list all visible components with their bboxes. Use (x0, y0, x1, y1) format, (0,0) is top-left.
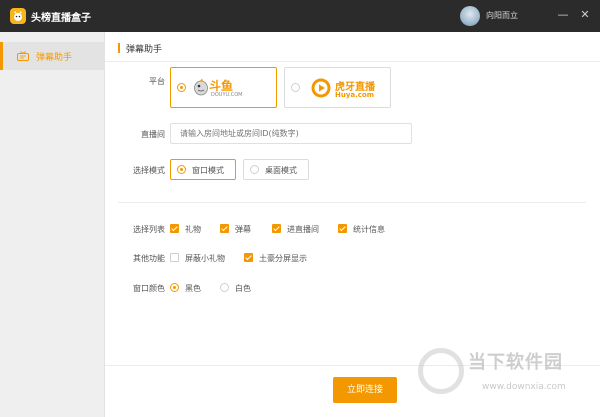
features-label: 其他功能 (133, 254, 165, 263)
watermark-url: www.downxia.com (482, 382, 566, 392)
barrage-tv-icon (17, 51, 29, 61)
checkbox-split-screen-label: 土豪分屏显示 (259, 254, 307, 263)
mode-radio[interactable] (250, 165, 259, 174)
checkbox-gift[interactable] (170, 224, 179, 233)
username[interactable]: 向阳而立 (486, 10, 518, 21)
douyu-fish-icon (193, 78, 209, 99)
mode-option-window[interactable]: 窗口模式 (170, 159, 236, 180)
minimize-button[interactable]: — (556, 8, 570, 22)
color-label: 窗口颜色 (133, 284, 165, 293)
platform-label: 平台 (149, 77, 165, 86)
mode-option-label: 桌面模式 (265, 166, 297, 175)
huya-play-icon (310, 77, 332, 102)
avatar[interactable] (460, 6, 480, 26)
section-title: 弹幕助手 (126, 45, 163, 55)
platform-radio[interactable] (177, 83, 186, 92)
app-logo-icon (10, 8, 26, 24)
sidebar: 弹幕助手 (0, 32, 105, 417)
title-bar: 头榜直播盒子 向阳而立 — ✕ (0, 0, 600, 32)
checkbox-enter-room-label: 进直播间 (287, 225, 319, 234)
checkbox-block-small-gifts[interactable] (170, 253, 179, 262)
mode-option-desktop[interactable]: 桌面模式 (243, 159, 309, 180)
platform-option-douyu[interactable]: 斗鱼 DOUYU.COM (170, 67, 277, 108)
mode-option-label: 窗口模式 (192, 166, 224, 175)
mode-radio[interactable] (177, 165, 186, 174)
room-label: 直播间 (141, 130, 165, 139)
app-title: 头榜直播盒子 (31, 13, 91, 24)
checkbox-statistics[interactable] (338, 224, 347, 233)
close-button[interactable]: ✕ (578, 8, 592, 22)
list-label: 选择列表 (133, 225, 165, 234)
sidebar-item-label: 弹幕助手 (36, 53, 73, 63)
checkbox-gift-label: 礼物 (185, 225, 201, 234)
checkbox-barrage-label: 弹幕 (235, 225, 251, 234)
checkbox-barrage[interactable] (220, 224, 229, 233)
watermark: 当下软件园 www.downxia.com (410, 340, 600, 417)
checkbox-statistics-label: 统计信息 (353, 225, 385, 234)
connect-button[interactable]: 立即连接 (333, 377, 397, 403)
section-accent-bar (118, 43, 120, 53)
color-black-label: 黑色 (185, 284, 201, 293)
checkbox-block-small-gifts-label: 屏蔽小礼物 (185, 254, 225, 263)
room-input[interactable] (170, 123, 412, 144)
active-indicator (0, 42, 3, 70)
platform-option-huya[interactable]: 虎牙直播 Huya.com (284, 67, 391, 108)
color-radio-white[interactable] (220, 283, 229, 292)
color-radio-black[interactable] (170, 283, 179, 292)
huya-logo-sub: Huya.com (335, 91, 375, 99)
watermark-title: 当下软件园 (468, 352, 563, 373)
color-white-label: 白色 (235, 284, 251, 293)
checkbox-enter-room[interactable] (272, 224, 281, 233)
watermark-logo-icon (418, 348, 464, 394)
platform-radio[interactable] (291, 83, 300, 92)
mode-label: 选择模式 (133, 166, 165, 175)
section-divider (118, 202, 586, 203)
sidebar-item-barrage-assistant[interactable]: 弹幕助手 (0, 42, 105, 70)
header-divider (105, 61, 600, 62)
checkbox-split-screen[interactable] (244, 253, 253, 262)
douyu-logo-sub: DOUYU.COM (211, 92, 243, 98)
